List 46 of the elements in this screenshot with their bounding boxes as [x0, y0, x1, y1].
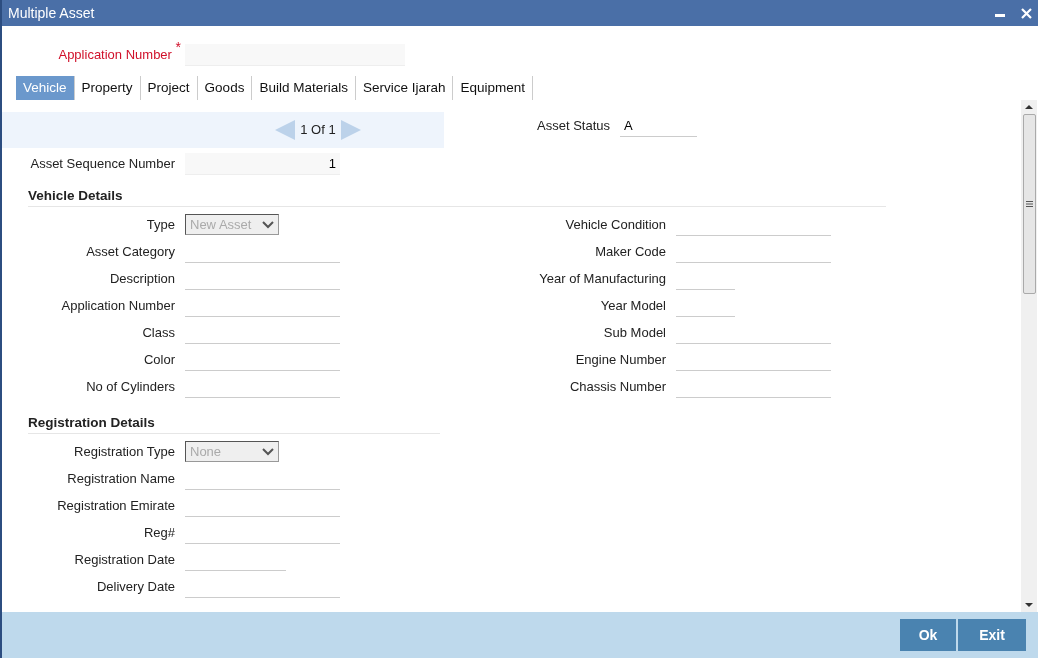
field-label: Registration Name — [66, 469, 176, 488]
field-label: Year of Manufacturing — [538, 269, 667, 288]
scroll-up-icon[interactable] — [1025, 104, 1033, 110]
field-label: Maker Code — [594, 242, 667, 261]
field-label: Vehicle Condition — [564, 215, 667, 234]
field-label: Engine Number — [574, 350, 667, 369]
field-label: No of Cylinders — [85, 377, 176, 396]
dialog-button[interactable]: Exit — [958, 619, 1026, 651]
field-label: Description — [108, 269, 176, 288]
pager-text: 1 Of 1 — [300, 121, 336, 140]
field-label: Delivery Date — [95, 577, 176, 596]
window-title: Multiple Asset — [8, 3, 95, 23]
field-label: Asset Status — [536, 116, 611, 135]
section-heading: Registration Details — [28, 414, 155, 433]
next-icon[interactable] — [339, 119, 362, 141]
tab[interactable]: Property — [74, 76, 141, 100]
field-label: Year Model — [599, 296, 667, 315]
section-heading: Vehicle Details — [28, 187, 123, 206]
field-label: Registration Date — [73, 550, 176, 569]
scrollbar[interactable] — [1021, 100, 1037, 612]
tab[interactable]: Goods — [197, 76, 253, 100]
field-label: Asset Category — [85, 242, 176, 261]
chevron-down-icon — [262, 220, 274, 229]
chevron-down-icon — [262, 447, 274, 456]
field-label: Type — [145, 215, 176, 234]
field-label: Sub Model — [602, 323, 667, 342]
dialog-button[interactable]: Ok — [900, 619, 956, 651]
field-label: Registration Type — [73, 442, 176, 461]
scroll-down-icon[interactable] — [1025, 602, 1033, 608]
field-label: Application Number — [60, 296, 176, 315]
close-icon[interactable] — [1021, 7, 1032, 19]
tab[interactable]: Project — [140, 76, 198, 100]
field-label: Asset Sequence Number — [29, 154, 176, 173]
field-label: Color — [142, 350, 176, 369]
tab[interactable]: Service Ijarah — [355, 76, 454, 100]
asset-sequence-field[interactable]: 1 — [185, 152, 340, 175]
tab[interactable]: Equipment — [453, 76, 534, 100]
required-mark: * — [175, 39, 181, 56]
field-label: Class — [141, 323, 176, 342]
scroll-thumb[interactable] — [1022, 114, 1036, 294]
field-label: Reg# — [142, 523, 176, 542]
field-label: Chassis Number — [568, 377, 667, 396]
tab[interactable]: Build Materials — [252, 76, 356, 100]
previous-icon[interactable] — [274, 119, 297, 141]
field-label: Registration Emirate — [56, 496, 176, 515]
grip-icon — [1025, 201, 1033, 207]
